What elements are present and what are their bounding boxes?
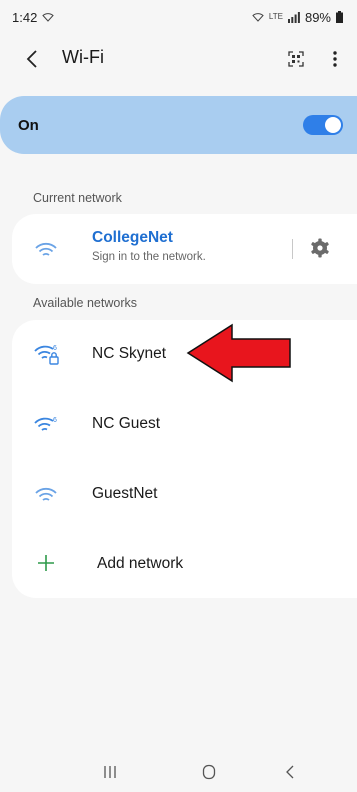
current-network-heading: Current network (33, 191, 122, 205)
status-left: 1:42 (12, 9, 55, 25)
nav-back-icon (286, 765, 294, 779)
nav-back-button[interactable] (276, 760, 304, 784)
available-networks-card: 6 NC Skynet 6 NC Guest GuestNet Add netw… (12, 320, 357, 598)
app-bar: Wi-Fi (0, 34, 357, 84)
network-settings-button[interactable] (308, 236, 332, 260)
plus-icon (38, 555, 54, 571)
wifi-switch[interactable] (303, 115, 343, 135)
wifi-toggle-label: On (18, 117, 39, 134)
system-nav-bar (0, 752, 357, 792)
more-options-button[interactable] (326, 46, 344, 72)
status-right: LTE 89% (252, 10, 343, 25)
current-network-row[interactable]: CollegeNet Sign in to the network. (12, 214, 357, 284)
wifi-6-lock-icon: 6 (34, 345, 59, 365)
qr-code-icon (288, 51, 304, 67)
divider (292, 239, 293, 259)
recent-apps-icon (104, 766, 116, 778)
recent-apps-button[interactable] (96, 760, 124, 784)
lte-icon: LTE (268, 12, 283, 21)
page-title: Wi-Fi (62, 47, 104, 67)
battery-percent: 89% (304, 9, 331, 25)
wifi-toggle-card[interactable]: On (0, 96, 357, 154)
network-name: GuestNet (92, 485, 158, 502)
add-network-label: Add network (97, 555, 184, 572)
home-button[interactable] (195, 760, 223, 784)
wifi-call-icon (252, 13, 264, 22)
signal-icon (287, 11, 300, 23)
wifi-icon (35, 242, 57, 256)
home-icon (202, 764, 216, 780)
network-name: NC Guest (92, 415, 161, 432)
current-network-card: CollegeNet Sign in to the network. (12, 214, 357, 284)
red-arrow-annotation (186, 323, 291, 383)
svg-text:6: 6 (53, 417, 57, 424)
network-row-nc-guest[interactable]: 6 NC Guest (12, 390, 357, 460)
wifi-status-icon (42, 13, 55, 22)
wifi-6-icon: 6 (34, 417, 57, 431)
chevron-left-icon (26, 50, 37, 68)
qr-code-button[interactable] (283, 46, 309, 72)
battery-icon (336, 11, 343, 23)
back-button[interactable] (20, 46, 44, 72)
add-network-row[interactable]: Add network (12, 530, 357, 600)
wifi-icon (35, 487, 57, 501)
svg-text:6: 6 (53, 345, 57, 352)
available-networks-heading: Available networks (33, 296, 137, 310)
status-time: 1:42 (12, 9, 38, 25)
gear-icon (311, 238, 329, 258)
current-network-name: CollegeNet (92, 229, 173, 246)
more-vertical-icon (333, 51, 337, 67)
network-row-guestnet[interactable]: GuestNet (12, 460, 357, 530)
switch-knob (325, 117, 341, 133)
network-name: NC Skynet (92, 345, 167, 362)
current-network-status: Sign in to the network. (92, 251, 206, 263)
status-bar: 1:42 LTE 89% (0, 0, 357, 34)
network-row-nc-skynet[interactable]: 6 NC Skynet (12, 320, 357, 390)
